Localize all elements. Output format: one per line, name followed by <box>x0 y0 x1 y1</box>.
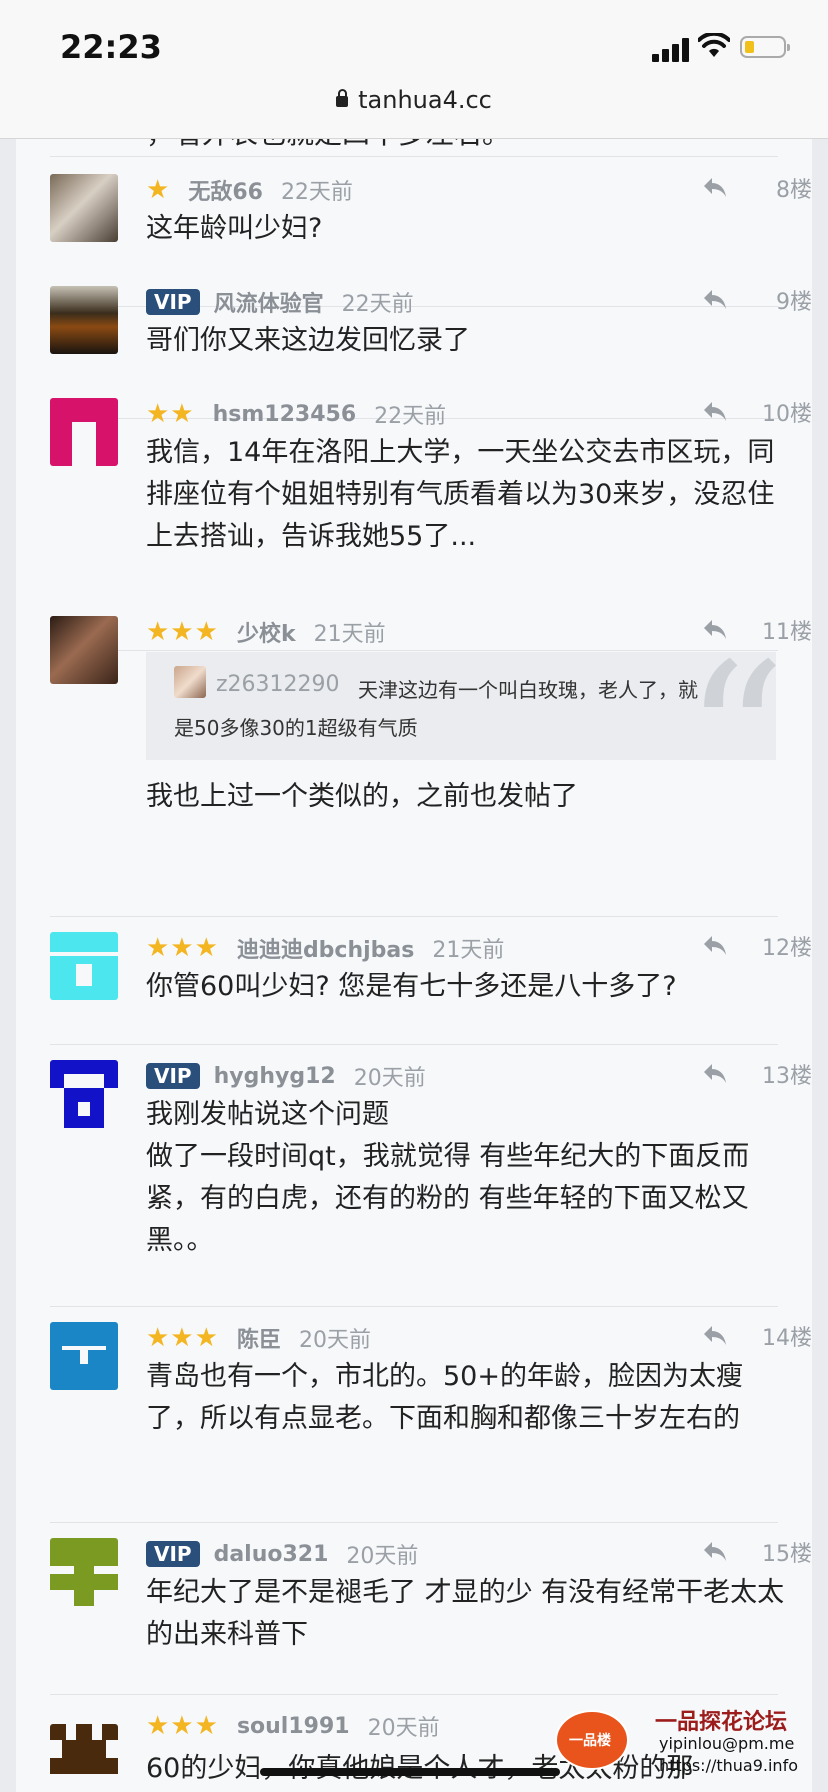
reply-icon[interactable] <box>702 400 728 422</box>
watermark-title: 一品探花论坛 <box>655 1710 788 1735</box>
watermark-url: https://thua9.info <box>659 1756 798 1775</box>
timestamp: 20天前 <box>298 1328 371 1353</box>
rank-badge: ★★★ <box>146 1711 219 1741</box>
avatar[interactable] <box>50 616 118 684</box>
avatar[interactable] <box>50 286 118 354</box>
avatar[interactable] <box>50 174 118 242</box>
divider <box>50 1044 778 1045</box>
home-indicator[interactable] <box>260 1768 560 1776</box>
username[interactable]: 迪迪迪dbchjbas <box>237 932 414 964</box>
reply-icon[interactable] <box>702 1062 728 1084</box>
timestamp: 20天前 <box>346 1544 419 1569</box>
username[interactable]: hyghyg12 <box>214 1064 336 1089</box>
reply-icon[interactable] <box>702 176 728 198</box>
vip-badge: VIP <box>146 1063 200 1089</box>
avatar[interactable] <box>50 1060 118 1128</box>
floor-number: 15楼 <box>762 1542 812 1567</box>
watermark-logo: 一品楼 <box>555 1710 629 1770</box>
timestamp: 20天前 <box>353 1066 426 1091</box>
divider <box>50 1694 778 1695</box>
timestamp: 21天前 <box>432 938 505 963</box>
signal-icon <box>652 38 692 62</box>
comment-text: 青岛也有一个，市北的。50+的年龄，脸因为太瘦了，所以有点显老。下面和胸和都像三… <box>146 1361 743 1434</box>
comment-text: 年纪大了是不是褪毛了 才显的少 有没有经常干老太太的出来科普下 <box>146 1577 785 1650</box>
quote-avatar <box>174 666 206 698</box>
url-text: tanhua4.cc <box>358 86 492 114</box>
comment-text: 我信，14年在洛阳上大学，一天坐公交去市区玩，同排座位有个姐姐特别有气质看着以为… <box>146 437 775 552</box>
divider <box>50 156 778 157</box>
timestamp: 21天前 <box>313 622 386 647</box>
floor-number: 8楼 <box>776 178 812 203</box>
reply-icon[interactable] <box>702 288 728 310</box>
rank-badge: ★★ <box>146 399 195 429</box>
username[interactable]: 风流体验官 <box>214 286 324 318</box>
username[interactable]: hsm123456 <box>213 402 357 427</box>
wifi-icon <box>698 33 730 57</box>
divider <box>50 650 778 651</box>
watermark-email: yipinlou@pm.me <box>659 1734 795 1753</box>
divider <box>50 1522 778 1523</box>
comment-text: 我也上过一个类似的，之前也发帖了 <box>146 781 578 812</box>
floor-number: 9楼 <box>776 290 812 315</box>
username[interactable]: 无敌66 <box>188 174 263 206</box>
timestamp: 22天前 <box>341 292 414 317</box>
timestamp: 20天前 <box>367 1716 440 1741</box>
floor-number: 10楼 <box>762 402 812 427</box>
comment-list: ，看外表也就是四十多左右。 ★无敌6622天前 8楼 这年龄叫少妇? VIP风流… <box>16 120 812 1792</box>
reply-icon[interactable] <box>702 1324 728 1346</box>
rank-badge: ★★★ <box>146 617 219 647</box>
quoted-comment: “ z26312290 天津这边有一个叫白玫瑰，老人了，就 是50多像30的1超… <box>146 638 786 838</box>
floor-number: 12楼 <box>762 936 812 961</box>
site-watermark: 一品楼 一品探花论坛 yipinlou@pm.me https://thua9.… <box>555 1700 817 1792</box>
status-time: 22:23 <box>60 28 162 66</box>
comment-text: 这年龄叫少妇? <box>146 213 323 244</box>
quote-text-line-1: 天津这边有一个叫白玫瑰，老人了，就 <box>358 678 698 702</box>
avatar[interactable] <box>50 1538 118 1606</box>
vip-badge: VIP <box>146 289 200 315</box>
vip-badge: VIP <box>146 1541 200 1567</box>
timestamp: 22天前 <box>374 404 447 429</box>
reply-icon[interactable] <box>702 934 728 956</box>
comment-text: 我刚发帖说这个问题 做了一段时间qt，我就觉得 有些年纪大的下面反而紧，有的白虎… <box>146 1099 750 1256</box>
username[interactable]: daluo321 <box>214 1542 329 1567</box>
avatar[interactable] <box>50 1322 118 1390</box>
rank-badge: ★ <box>146 175 171 205</box>
quote-text-line-2: 是50多像30的1超级有气质 <box>174 716 418 740</box>
username[interactable]: soul1991 <box>237 1714 350 1739</box>
avatar[interactable] <box>50 932 118 1000</box>
address-bar[interactable]: tanhua4.cc <box>0 86 828 114</box>
floor-number: 14楼 <box>762 1326 812 1351</box>
divider <box>50 916 778 917</box>
username[interactable]: 少校k <box>237 616 296 648</box>
comment-text: 哥们你又来这边发回忆录了 <box>146 325 470 356</box>
divider <box>50 1306 778 1307</box>
rank-badge: ★★★ <box>146 1323 219 1353</box>
comment-text: 你管60叫少妇? 您是有七十多还是八十多了? <box>146 971 677 1002</box>
rank-badge: ★★★ <box>146 933 219 963</box>
floor-number: 13楼 <box>762 1064 812 1089</box>
avatar[interactable] <box>50 1724 118 1792</box>
reply-icon[interactable] <box>702 1540 728 1562</box>
browser-top-bar: 22:23 tanhua4.cc <box>0 0 828 139</box>
watermark-logo-text: 一品楼 <box>569 1733 611 1749</box>
battery-icon <box>740 36 790 58</box>
quote-username: z26312290 <box>216 672 340 697</box>
timestamp: 22天前 <box>280 180 353 205</box>
lock-icon <box>336 89 349 107</box>
avatar[interactable] <box>50 398 118 466</box>
username[interactable]: 陈臣 <box>237 1322 281 1354</box>
